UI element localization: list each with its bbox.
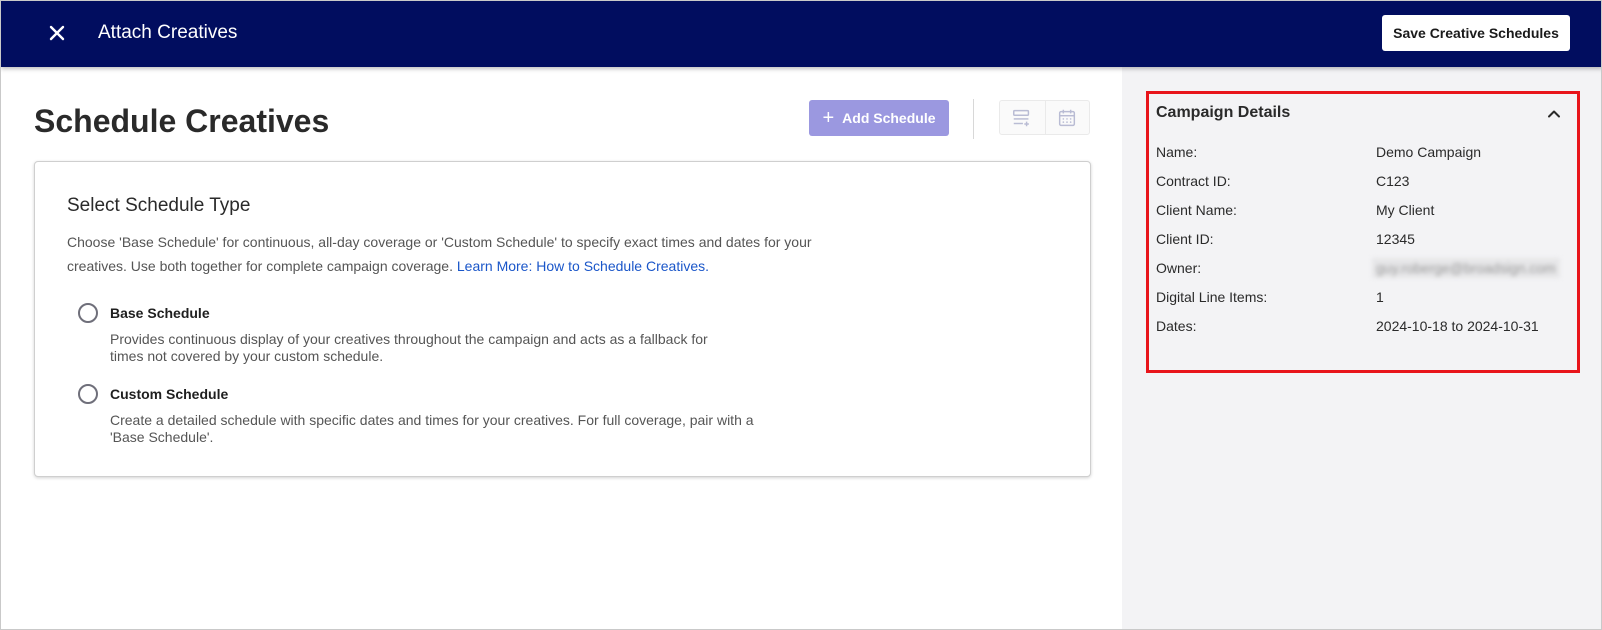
base-schedule-radio[interactable]: [78, 303, 98, 323]
detail-value-owner: guy.roberge@broadsign.com: [1372, 258, 1560, 278]
detail-value: C123: [1376, 173, 1410, 189]
side-panel: Campaign Details Name: Demo Campaign Con…: [1122, 67, 1601, 629]
schedule-type-card: Select Schedule Type Choose 'Base Schedu…: [34, 161, 1091, 477]
base-schedule-description: Provides continuous display of your crea…: [110, 331, 708, 364]
plus-icon: +: [822, 107, 835, 129]
learn-more-link[interactable]: Learn More: How to Schedule Creatives.: [457, 258, 709, 274]
add-schedule-label: Add Schedule: [842, 110, 936, 126]
collapse-button[interactable]: [1545, 105, 1563, 123]
calendar-icon: [1059, 109, 1076, 126]
detail-value: 12345: [1376, 231, 1415, 247]
list-view-button[interactable]: [1000, 101, 1045, 134]
close-button[interactable]: [45, 21, 69, 45]
custom-schedule-radio[interactable]: [78, 384, 98, 404]
header-title: Attach Creatives: [98, 22, 238, 43]
detail-row-dates: Dates: 2024-10-18 to 2024-10-31: [1156, 316, 1566, 336]
detail-row-client-name: Client Name: My Client: [1156, 200, 1566, 220]
detail-label: Client Name:: [1156, 202, 1237, 218]
detail-row-contract-id: Contract ID: C123: [1156, 171, 1566, 191]
detail-label: Contract ID:: [1156, 173, 1231, 189]
view-toggle: [999, 100, 1090, 135]
detail-value: Demo Campaign: [1376, 144, 1482, 160]
detail-value: 2024-10-18 to 2024-10-31: [1376, 318, 1539, 334]
chevron-up-icon: [1548, 110, 1560, 118]
app-window: Attach Creatives Save Creative Schedules…: [0, 0, 1602, 630]
page-title: Schedule Creatives: [34, 103, 330, 139]
detail-label: Digital Line Items:: [1156, 289, 1268, 305]
card-description: Choose 'Base Schedule' for continuous, a…: [67, 231, 827, 278]
detail-row-name: Name: Demo Campaign: [1156, 142, 1566, 162]
list-view-icon: [1013, 109, 1030, 126]
detail-row-owner: Owner: guy.roberge@broadsign.com: [1156, 258, 1566, 278]
detail-label: Name:: [1156, 144, 1198, 160]
campaign-details-title: Campaign Details: [1156, 104, 1291, 121]
detail-label: Client ID:: [1156, 231, 1214, 247]
save-creative-schedules-button[interactable]: Save Creative Schedules: [1382, 15, 1570, 51]
detail-value: My Client: [1376, 202, 1435, 218]
detail-label: Owner:: [1156, 260, 1202, 276]
detail-label: Dates:: [1156, 318, 1197, 334]
campaign-details-panel: Campaign Details Name: Demo Campaign Con…: [1146, 91, 1580, 373]
add-schedule-button[interactable]: + Add Schedule: [809, 100, 949, 136]
custom-schedule-description: Create a detailed schedule with specific…: [110, 412, 754, 445]
toolbar-divider: [973, 99, 974, 139]
main-content: Schedule Creatives + Add Schedule Select…: [1, 67, 1122, 629]
header-bar: Attach Creatives Save Creative Schedules: [1, 1, 1601, 67]
calendar-view-button[interactable]: [1044, 101, 1090, 134]
base-schedule-label: Base Schedule: [110, 305, 210, 321]
custom-schedule-label: Custom Schedule: [110, 386, 229, 402]
close-icon: [49, 25, 65, 41]
detail-row-client-id: Client ID: 12345: [1156, 229, 1566, 249]
detail-row-digital-line-items: Digital Line Items: 1: [1156, 287, 1566, 307]
detail-value: 1: [1376, 289, 1384, 305]
card-title: Select Schedule Type: [67, 195, 251, 216]
